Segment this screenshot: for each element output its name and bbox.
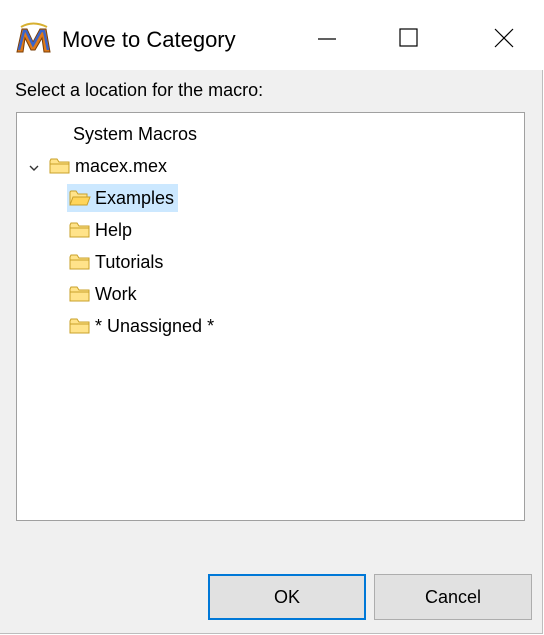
folder-icon — [69, 317, 91, 335]
chevron-down-icon[interactable] — [27, 159, 41, 173]
folder-open-icon — [69, 189, 91, 207]
tree-root-label: System Macros — [73, 124, 198, 144]
maximize-button[interactable] — [385, 16, 431, 62]
tree-node-macex-file[interactable]: macex.mex — [27, 151, 167, 181]
location-prompt: Select a location for the macro: — [15, 80, 264, 100]
window-title: Move to Category — [62, 27, 236, 52]
folder-icon — [69, 221, 91, 239]
minimize-button[interactable] — [304, 16, 350, 62]
tree-item-label: Work — [95, 284, 137, 304]
cancel-button[interactable]: Cancel — [374, 574, 532, 620]
minimize-icon — [318, 38, 336, 40]
tree-item-help[interactable]: Help — [67, 215, 132, 245]
ok-button[interactable]: OK — [208, 574, 366, 620]
tree-root-system-macros[interactable]: System Macros — [73, 119, 197, 149]
selection-highlight: Examples — [67, 184, 179, 212]
title-bar[interactable]: Move to Category — [0, 0, 543, 70]
tree-item-work[interactable]: Work — [67, 279, 137, 309]
tree-item-tutorials[interactable]: Tutorials — [67, 247, 163, 277]
maximize-icon — [399, 28, 418, 47]
tree-item-label: Examples — [95, 188, 175, 208]
folder-icon — [69, 285, 91, 303]
close-icon — [494, 28, 514, 48]
tree-item-label: Tutorials — [95, 252, 164, 272]
tree-item-label: * Unassigned * — [95, 316, 215, 336]
macro-express-m-icon — [15, 21, 52, 58]
tree-node-label: macex.mex — [75, 156, 168, 176]
folder-icon — [69, 253, 91, 271]
folder-icon — [49, 157, 71, 175]
tree-item-examples[interactable]: Examples — [67, 183, 179, 213]
move-to-category-dialog: Move to Category Select a location for t… — [0, 0, 543, 634]
category-tree[interactable]: System Macros macex.mex Examples Help Tu… — [16, 112, 525, 521]
close-button[interactable] — [480, 16, 526, 62]
tree-item-label: Help — [95, 220, 133, 240]
tree-item-unassigned[interactable]: * Unassigned * — [67, 311, 214, 341]
